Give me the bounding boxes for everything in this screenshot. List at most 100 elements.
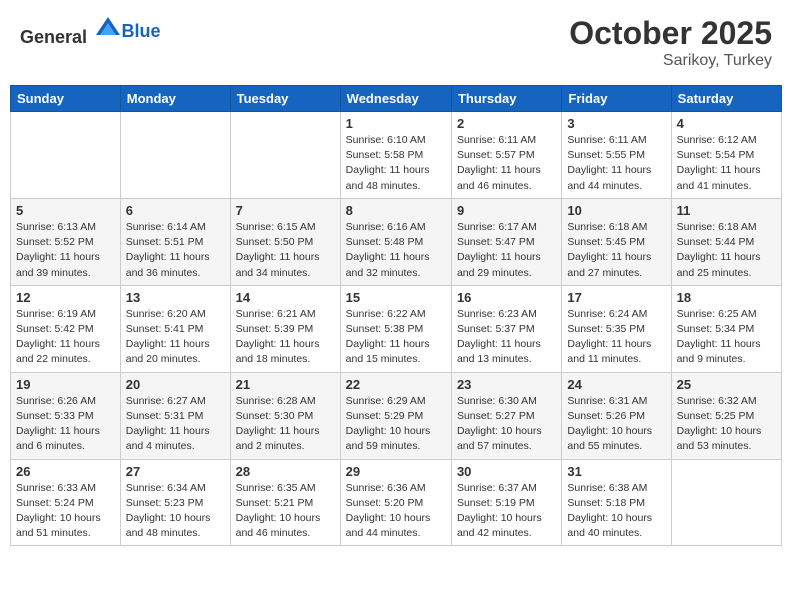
calendar-cell: 28 Sunrise: 6:35 AM Sunset: 5:21 PM Dayli…	[230, 459, 340, 546]
day-number: 27	[126, 464, 225, 479]
day-info: Sunrise: 6:18 AM Sunset: 5:45 PM Dayligh…	[567, 220, 665, 281]
day-info: Sunrise: 6:14 AM Sunset: 5:51 PM Dayligh…	[126, 220, 225, 281]
calendar-cell: 16 Sunrise: 6:23 AM Sunset: 5:37 PM Dayli…	[451, 285, 561, 372]
day-number: 26	[16, 464, 115, 479]
day-number: 25	[677, 377, 776, 392]
day-info: Sunrise: 6:22 AM Sunset: 5:38 PM Dayligh…	[346, 307, 446, 368]
calendar-cell: 22 Sunrise: 6:29 AM Sunset: 5:29 PM Dayli…	[340, 372, 451, 459]
day-number: 28	[236, 464, 335, 479]
month-title: October 2025	[569, 15, 772, 52]
day-info: Sunrise: 6:13 AM Sunset: 5:52 PM Dayligh…	[16, 220, 115, 281]
calendar-week-2: 5Sunrise: 6:13 AM Sunset: 5:52 PM Daylig…	[11, 198, 782, 285]
day-number: 11	[677, 203, 776, 218]
day-header-thursday: Thursday	[451, 86, 561, 112]
page-header: General Blue October 2025 Sarikoy, Turke…	[10, 10, 782, 75]
day-number: 23	[457, 377, 556, 392]
calendar-cell: 11 Sunrise: 6:18 AM Sunset: 5:44 PM Dayli…	[671, 198, 781, 285]
day-info: Sunrise: 6:12 AM Sunset: 5:54 PM Dayligh…	[677, 133, 776, 194]
calendar-cell: 10 Sunrise: 6:18 AM Sunset: 5:45 PM Dayli…	[562, 198, 671, 285]
calendar-cell: 7 Sunrise: 6:15 AM Sunset: 5:50 PM Daylig…	[230, 198, 340, 285]
day-info: Sunrise: 6:31 AM Sunset: 5:26 PM Dayligh…	[567, 394, 665, 455]
logo-general: General	[20, 27, 87, 47]
calendar-cell: 13 Sunrise: 6:20 AM Sunset: 5:41 PM Dayli…	[120, 285, 230, 372]
day-info: Sunrise: 6:20 AM Sunset: 5:41 PM Dayligh…	[126, 307, 225, 368]
day-info: Sunrise: 6:37 AM Sunset: 5:19 PM Dayligh…	[457, 481, 556, 542]
day-info: Sunrise: 6:35 AM Sunset: 5:21 PM Dayligh…	[236, 481, 335, 542]
day-number: 29	[346, 464, 446, 479]
day-number: 21	[236, 377, 335, 392]
day-number: 16	[457, 290, 556, 305]
day-header-saturday: Saturday	[671, 86, 781, 112]
calendar-cell: 19 Sunrise: 6:26 AM Sunset: 5:33 PM Dayli…	[11, 372, 121, 459]
day-info: Sunrise: 6:24 AM Sunset: 5:35 PM Dayligh…	[567, 307, 665, 368]
day-info: Sunrise: 6:29 AM Sunset: 5:29 PM Dayligh…	[346, 394, 446, 455]
calendar-cell: 4 Sunrise: 6:12 AM Sunset: 5:54 PM Daylig…	[671, 112, 781, 199]
calendar-week-1: 1 Sunrise: 6:10 AM Sunset: 5:58 PM Daylig…	[11, 112, 782, 199]
day-header-sunday: Sunday	[11, 86, 121, 112]
day-number: 22	[346, 377, 446, 392]
day-number: 30	[457, 464, 556, 479]
day-info: Sunrise: 6:25 AM Sunset: 5:34 PM Dayligh…	[677, 307, 776, 368]
day-info: Sunrise: 6:11 AM Sunset: 5:57 PM Dayligh…	[457, 133, 556, 194]
day-info: Sunrise: 6:15 AM Sunset: 5:50 PM Dayligh…	[236, 220, 335, 281]
title-block: October 2025 Sarikoy, Turkey	[569, 15, 772, 70]
day-number: 31	[567, 464, 665, 479]
day-number: 15	[346, 290, 446, 305]
calendar-cell: 14Sunrise: 6:21 AM Sunset: 5:39 PM Dayli…	[230, 285, 340, 372]
day-number: 1	[346, 116, 446, 131]
day-info: Sunrise: 6:33 AM Sunset: 5:24 PM Dayligh…	[16, 481, 115, 542]
logo-blue: Blue	[122, 21, 161, 41]
calendar-cell: 21 Sunrise: 6:28 AM Sunset: 5:30 PM Dayli…	[230, 372, 340, 459]
calendar-cell	[230, 112, 340, 199]
day-info: Sunrise: 6:11 AM Sunset: 5:55 PM Dayligh…	[567, 133, 665, 194]
day-number: 20	[126, 377, 225, 392]
day-info: Sunrise: 6:18 AM Sunset: 5:44 PM Dayligh…	[677, 220, 776, 281]
calendar-table: SundayMondayTuesdayWednesdayThursdayFrid…	[10, 85, 782, 546]
day-number: 6	[126, 203, 225, 218]
calendar-cell	[671, 459, 781, 546]
day-number: 24	[567, 377, 665, 392]
calendar-week-4: 19 Sunrise: 6:26 AM Sunset: 5:33 PM Dayli…	[11, 372, 782, 459]
calendar-cell: 3 Sunrise: 6:11 AM Sunset: 5:55 PM Daylig…	[562, 112, 671, 199]
day-number: 12	[16, 290, 115, 305]
day-info: Sunrise: 6:21 AM Sunset: 5:39 PM Dayligh…	[236, 307, 335, 368]
calendar-cell: 20Sunrise: 6:27 AM Sunset: 5:31 PM Dayli…	[120, 372, 230, 459]
calendar-cell: 5Sunrise: 6:13 AM Sunset: 5:52 PM Daylig…	[11, 198, 121, 285]
calendar-cell: 2Sunrise: 6:11 AM Sunset: 5:57 PM Daylig…	[451, 112, 561, 199]
day-number: 10	[567, 203, 665, 218]
calendar-cell	[120, 112, 230, 199]
day-info: Sunrise: 6:10 AM Sunset: 5:58 PM Dayligh…	[346, 133, 446, 194]
calendar-header-row: SundayMondayTuesdayWednesdayThursdayFrid…	[11, 86, 782, 112]
day-info: Sunrise: 6:26 AM Sunset: 5:33 PM Dayligh…	[16, 394, 115, 455]
day-info: Sunrise: 6:16 AM Sunset: 5:48 PM Dayligh…	[346, 220, 446, 281]
day-number: 4	[677, 116, 776, 131]
calendar-cell: 1 Sunrise: 6:10 AM Sunset: 5:58 PM Daylig…	[340, 112, 451, 199]
day-header-monday: Monday	[120, 86, 230, 112]
calendar-cell: 27 Sunrise: 6:34 AM Sunset: 5:23 PM Dayli…	[120, 459, 230, 546]
calendar-cell: 25 Sunrise: 6:32 AM Sunset: 5:25 PM Dayli…	[671, 372, 781, 459]
day-info: Sunrise: 6:19 AM Sunset: 5:42 PM Dayligh…	[16, 307, 115, 368]
calendar-cell: 18Sunrise: 6:25 AM Sunset: 5:34 PM Dayli…	[671, 285, 781, 372]
day-number: 19	[16, 377, 115, 392]
day-number: 7	[236, 203, 335, 218]
calendar-cell: 17Sunrise: 6:24 AM Sunset: 5:35 PM Dayli…	[562, 285, 671, 372]
day-header-tuesday: Tuesday	[230, 86, 340, 112]
day-header-friday: Friday	[562, 86, 671, 112]
calendar-week-5: 26 Sunrise: 6:33 AM Sunset: 5:24 PM Dayli…	[11, 459, 782, 546]
day-header-wednesday: Wednesday	[340, 86, 451, 112]
day-info: Sunrise: 6:38 AM Sunset: 5:18 PM Dayligh…	[567, 481, 665, 542]
calendar-cell: 31 Sunrise: 6:38 AM Sunset: 5:18 PM Dayli…	[562, 459, 671, 546]
day-info: Sunrise: 6:30 AM Sunset: 5:27 PM Dayligh…	[457, 394, 556, 455]
day-info: Sunrise: 6:23 AM Sunset: 5:37 PM Dayligh…	[457, 307, 556, 368]
day-info: Sunrise: 6:28 AM Sunset: 5:30 PM Dayligh…	[236, 394, 335, 455]
day-number: 8	[346, 203, 446, 218]
calendar-cell: 15 Sunrise: 6:22 AM Sunset: 5:38 PM Dayli…	[340, 285, 451, 372]
day-number: 13	[126, 290, 225, 305]
day-info: Sunrise: 6:34 AM Sunset: 5:23 PM Dayligh…	[126, 481, 225, 542]
calendar-cell: 30 Sunrise: 6:37 AM Sunset: 5:19 PM Dayli…	[451, 459, 561, 546]
day-info: Sunrise: 6:32 AM Sunset: 5:25 PM Dayligh…	[677, 394, 776, 455]
location: Sarikoy, Turkey	[569, 52, 772, 70]
day-number: 3	[567, 116, 665, 131]
calendar-cell: 24 Sunrise: 6:31 AM Sunset: 5:26 PM Dayli…	[562, 372, 671, 459]
day-number: 9	[457, 203, 556, 218]
